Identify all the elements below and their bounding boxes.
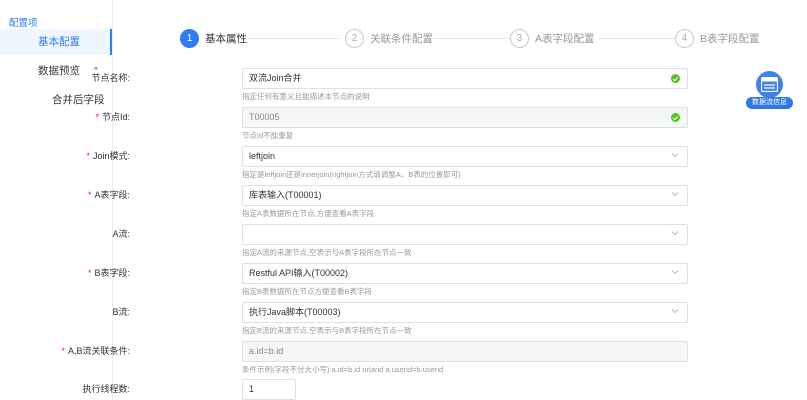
field-hint: 指定任何有意义且能描述本节点的说明 bbox=[242, 92, 370, 101]
sidebar-item-label: 基本配置 bbox=[38, 36, 80, 48]
field-label: A流: bbox=[112, 229, 130, 239]
step-label: 基本属性 bbox=[205, 32, 247, 45]
data-flow-info-label: 数据流信息 bbox=[746, 97, 793, 109]
b-stream-select[interactable]: 执行Java脚本(T00003) bbox=[242, 302, 688, 323]
data-flow-info-button[interactable]: 数据流信息 bbox=[746, 71, 793, 109]
field-hint: 指定A流的来源节点,空表示与A表字段所在节点一致 bbox=[242, 248, 412, 257]
chevron-down-icon bbox=[671, 231, 679, 236]
chevron-down-icon bbox=[671, 192, 679, 197]
sidebar-item-label: 数据预览 bbox=[38, 65, 80, 77]
step-label: 关联条件配置 bbox=[370, 32, 433, 45]
step-a-table-fields[interactable]: 3 A表字段配置 bbox=[510, 27, 595, 49]
field-label: * A表字段: bbox=[87, 190, 130, 200]
step-number: 1 bbox=[180, 28, 199, 48]
required-mark: * bbox=[61, 346, 65, 356]
field-label: * Join模式: bbox=[86, 151, 130, 161]
a-stream-select[interactable] bbox=[242, 224, 688, 245]
field-label: * A,B流关联条件: bbox=[61, 346, 130, 356]
chevron-down-icon bbox=[671, 153, 679, 158]
sidebar-item-basic-config[interactable]: 基本配置 bbox=[0, 29, 112, 55]
step-divider bbox=[427, 38, 512, 39]
data-flow-icon bbox=[756, 71, 783, 98]
step-label: A表字段配置 bbox=[535, 32, 595, 45]
step-join-condition[interactable]: 2 关联条件配置 bbox=[345, 27, 433, 49]
step-number: 2 bbox=[345, 28, 364, 48]
check-circle-icon bbox=[671, 74, 680, 83]
chevron-down-icon bbox=[671, 270, 679, 275]
step-label: B表字段配置 bbox=[700, 32, 760, 45]
required-mark: * bbox=[87, 190, 92, 200]
field-hint: 指定A表数据所在节点,方便查看A表字段 bbox=[242, 209, 375, 218]
a-table-select[interactable]: 库表输入(T00001) bbox=[242, 185, 688, 206]
check-circle-icon bbox=[671, 113, 680, 122]
step-basic-attributes[interactable]: 1 基本属性 bbox=[180, 27, 247, 49]
required-mark: * bbox=[86, 151, 90, 161]
step-number: 4 bbox=[675, 28, 694, 48]
step-indicator: 1 基本属性 2 关联条件配置 3 A表字段配置 4 B表字段配置 bbox=[180, 27, 780, 49]
b-table-select[interactable]: Restful API输入(T00002) bbox=[242, 263, 688, 284]
field-label: 执行线程数: bbox=[82, 384, 130, 394]
join-mode-select[interactable]: leftjoin bbox=[242, 146, 688, 167]
chevron-down-icon bbox=[671, 309, 679, 314]
required-mark: * bbox=[87, 268, 92, 278]
field-hint: 指定是leftjoin还是innerjoin(rightjoin方式请调整A、B… bbox=[242, 170, 461, 179]
join-condition-input[interactable]: a.id=b.id bbox=[242, 341, 688, 362]
node-name-input[interactable]: 双流Join合并 bbox=[242, 68, 688, 89]
step-divider bbox=[246, 38, 339, 39]
required-mark: * bbox=[95, 112, 99, 122]
field-label: 节点名称: bbox=[91, 73, 130, 83]
step-divider bbox=[598, 38, 680, 39]
field-label: * 节点Id: bbox=[95, 112, 130, 122]
step-number: 3 bbox=[510, 28, 529, 48]
field-hint: 指定B表数据所在节点方便查看B表字段 bbox=[242, 287, 373, 296]
step-b-table-fields[interactable]: 4 B表字段配置 bbox=[675, 27, 760, 49]
sidebar-section-title: 配置项 bbox=[9, 18, 38, 29]
thread-count-input[interactable]: 1 bbox=[242, 379, 296, 400]
node-id-input[interactable]: T00005 bbox=[242, 107, 688, 128]
field-hint: 指定B流的来源节点,空表示与B表字段所在节点一致 bbox=[242, 326, 412, 335]
field-hint: 节点Id不能重复 bbox=[242, 131, 294, 140]
field-label: B流: bbox=[112, 307, 130, 317]
field-label: * B表字段: bbox=[87, 268, 130, 278]
field-hint: 条件示例(字段不分大小写):a.id=b.id or|and a.userid=… bbox=[242, 365, 444, 374]
